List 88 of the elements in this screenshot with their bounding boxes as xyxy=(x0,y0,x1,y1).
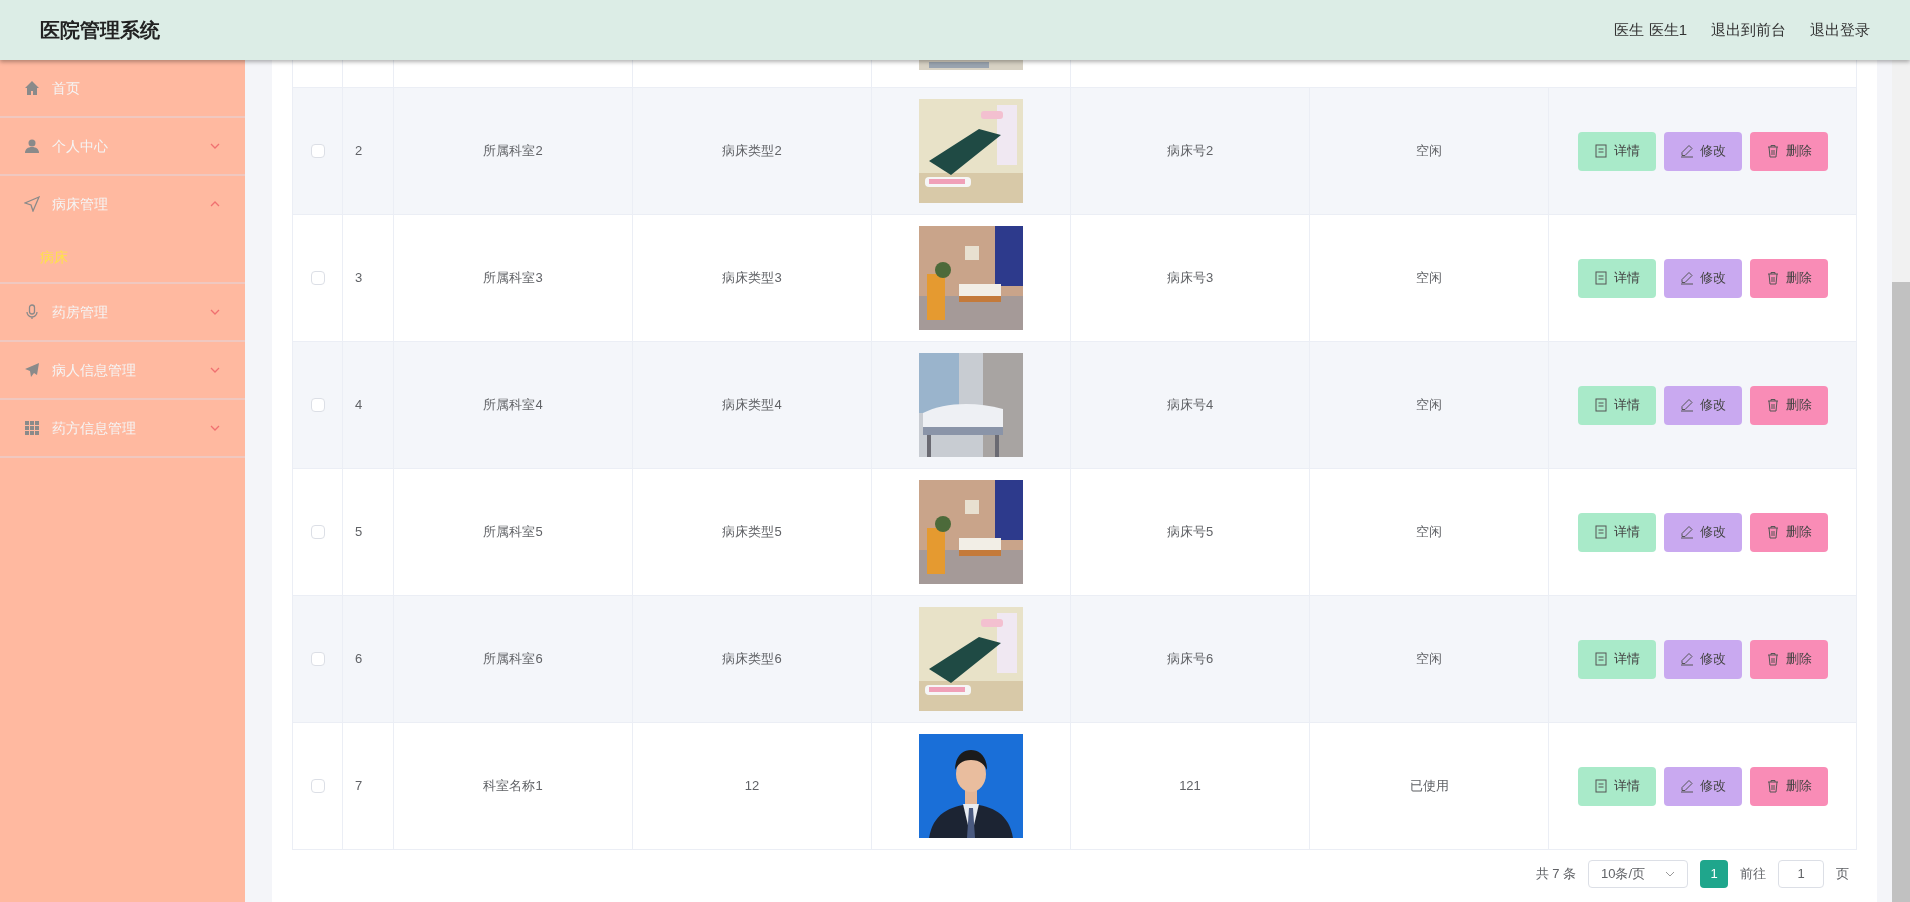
table-cell-text: 病床号5 xyxy=(1166,523,1214,542)
edit-button[interactable]: 修改 xyxy=(1663,258,1742,298)
trash-icon xyxy=(1765,398,1780,412)
table-cell-text: 5 xyxy=(355,523,363,542)
table-cell-text: 病床类型3 xyxy=(722,269,782,288)
delete-button[interactable]: 删除 xyxy=(1749,512,1828,552)
edit-button[interactable]: 修改 xyxy=(1663,512,1742,552)
detail-button[interactable]: 详情 xyxy=(1577,512,1656,552)
edit-button[interactable]: 修改 xyxy=(1663,131,1742,171)
table-cell-text: 病床号3 xyxy=(1166,269,1214,288)
table-cell-text: 12 xyxy=(744,777,760,796)
table-cell-text: 7 xyxy=(355,777,363,796)
table-cell-text: 所属科室2 xyxy=(483,142,543,161)
table-cell-text: 121 xyxy=(1179,777,1201,796)
detail-button[interactable]: 详情 xyxy=(1577,385,1656,425)
table-cell-text: 2 xyxy=(355,142,363,161)
row-checkbox[interactable] xyxy=(310,398,325,412)
microphone-icon xyxy=(24,304,40,320)
table-cell-text: 科室名称1 xyxy=(483,777,543,796)
edit-button[interactable]: 修改 xyxy=(1663,385,1742,425)
row-checkbox[interactable] xyxy=(310,779,325,793)
document-icon xyxy=(1593,271,1608,285)
edit-button[interactable]: 修改 xyxy=(1663,639,1742,679)
delete-button[interactable]: 删除 xyxy=(1749,639,1828,679)
goto-page-field[interactable]: 1 xyxy=(1778,859,1824,888)
document-icon xyxy=(1593,779,1608,793)
paper-plane-icon xyxy=(24,362,40,378)
delete-button[interactable]: 删除 xyxy=(1749,258,1828,298)
table-cell-text: 空闲 xyxy=(1416,269,1442,288)
pencil-icon xyxy=(1679,271,1694,285)
table-cell-text: 所属科室6 xyxy=(483,650,543,669)
user-icon xyxy=(24,138,40,154)
detail-button[interactable]: 详情 xyxy=(1577,258,1656,298)
table-cell-text: 已使用 xyxy=(1409,777,1449,796)
page-suffix: 页 xyxy=(1836,864,1849,883)
row-checkbox[interactable] xyxy=(310,144,325,158)
pencil-icon xyxy=(1679,779,1694,793)
pencil-icon xyxy=(1679,398,1694,412)
total-count: 共 7 条 xyxy=(1535,864,1576,883)
table-cell-text: 4 xyxy=(355,396,363,415)
navigation-icon xyxy=(24,196,40,212)
delete-button[interactable]: 删除 xyxy=(1749,766,1828,806)
header-link[interactable]: 退出到前台 xyxy=(1711,18,1786,42)
detail-button[interactable]: 详情 xyxy=(1577,639,1656,679)
table-cell-text: 病床号2 xyxy=(1166,142,1214,161)
trash-icon xyxy=(1765,144,1780,158)
table-cell-text: 病床类型2 xyxy=(722,142,782,161)
delete-button[interactable]: 删除 xyxy=(1749,385,1828,425)
table-cell-text: 空闲 xyxy=(1416,523,1442,542)
document-icon xyxy=(1593,525,1608,539)
document-icon xyxy=(1593,144,1608,158)
table-cell-text: 病床号6 xyxy=(1166,650,1214,669)
table-cell-text: 病床类型4 xyxy=(722,396,782,415)
row-checkbox[interactable] xyxy=(310,525,325,539)
detail-button[interactable]: 详情 xyxy=(1577,766,1656,806)
detail-button[interactable]: 详情 xyxy=(1577,131,1656,171)
table-cell-text: 空闲 xyxy=(1416,650,1442,669)
delete-button[interactable]: 删除 xyxy=(1749,131,1828,171)
user-name: 医生 医生1 xyxy=(1614,19,1687,40)
table-cell-text: 病床类型6 xyxy=(722,650,782,669)
pencil-icon xyxy=(1679,525,1694,539)
pencil-icon xyxy=(1679,652,1694,666)
table-cell-text: 病床类型5 xyxy=(722,523,782,542)
table-cell-text: 所属科室5 xyxy=(483,523,543,542)
goto-label: 前往 xyxy=(1740,864,1766,883)
trash-icon xyxy=(1765,271,1780,285)
home-icon xyxy=(24,80,40,96)
table-cell-text: 3 xyxy=(355,269,363,288)
page-size-select[interactable]: 10条/页 xyxy=(1588,859,1688,888)
table-cell-text: 空闲 xyxy=(1416,142,1442,161)
trash-icon xyxy=(1765,525,1780,539)
pencil-icon xyxy=(1679,144,1694,158)
app-title: 医院管理系统 xyxy=(40,18,160,43)
edit-button[interactable]: 修改 xyxy=(1663,766,1742,806)
document-icon xyxy=(1593,652,1608,666)
row-checkbox[interactable] xyxy=(310,652,325,666)
row-checkbox[interactable] xyxy=(310,271,325,285)
header-link[interactable]: 退出登录 xyxy=(1810,18,1870,42)
grid-icon xyxy=(24,420,40,436)
table-cell-text: 空闲 xyxy=(1416,396,1442,415)
table-cell-text: 所属科室4 xyxy=(483,396,543,415)
trash-icon xyxy=(1765,779,1780,793)
trash-icon xyxy=(1765,652,1780,666)
page-button[interactable]: 1 xyxy=(1700,859,1728,888)
table-cell-text: 病床号4 xyxy=(1166,396,1214,415)
document-icon xyxy=(1593,398,1608,412)
table-cell-text: 6 xyxy=(355,650,363,669)
table-cell-text: 所属科室3 xyxy=(483,269,543,288)
